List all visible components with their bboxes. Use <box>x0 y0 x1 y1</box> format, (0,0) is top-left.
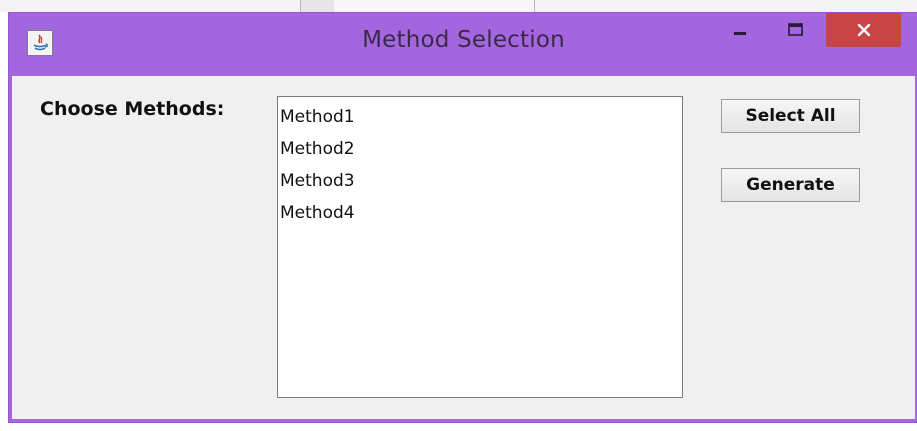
background-tab <box>334 0 535 12</box>
close-icon <box>857 23 870 37</box>
list-item-method4[interactable]: Method4 <box>278 197 682 229</box>
minimize-icon <box>734 31 746 35</box>
minimize-button[interactable] <box>727 13 753 46</box>
choose-methods-label: Choose Methods: <box>40 98 225 120</box>
background-strip <box>0 0 917 12</box>
select-all-button[interactable]: Select All <box>721 99 860 133</box>
list-item-method2[interactable]: Method2 <box>278 133 682 165</box>
close-button[interactable] <box>826 13 901 47</box>
generate-button[interactable]: Generate <box>721 168 860 202</box>
client-area: Choose Methods: Method1 Method2 Method3 … <box>12 76 915 419</box>
list-item-method3[interactable]: Method3 <box>278 165 682 197</box>
maximize-button[interactable] <box>783 13 809 46</box>
methods-list[interactable]: Method1 Method2 Method3 Method4 <box>277 96 683 398</box>
list-item-method1[interactable]: Method1 <box>278 101 682 133</box>
window-title: Method Selection <box>362 27 565 53</box>
maximize-icon <box>788 22 803 36</box>
background-tab <box>300 0 336 12</box>
dialog-window: Method Selection Choose Methods: Method1… <box>8 12 917 423</box>
title-bar[interactable]: Method Selection <box>9 13 917 76</box>
